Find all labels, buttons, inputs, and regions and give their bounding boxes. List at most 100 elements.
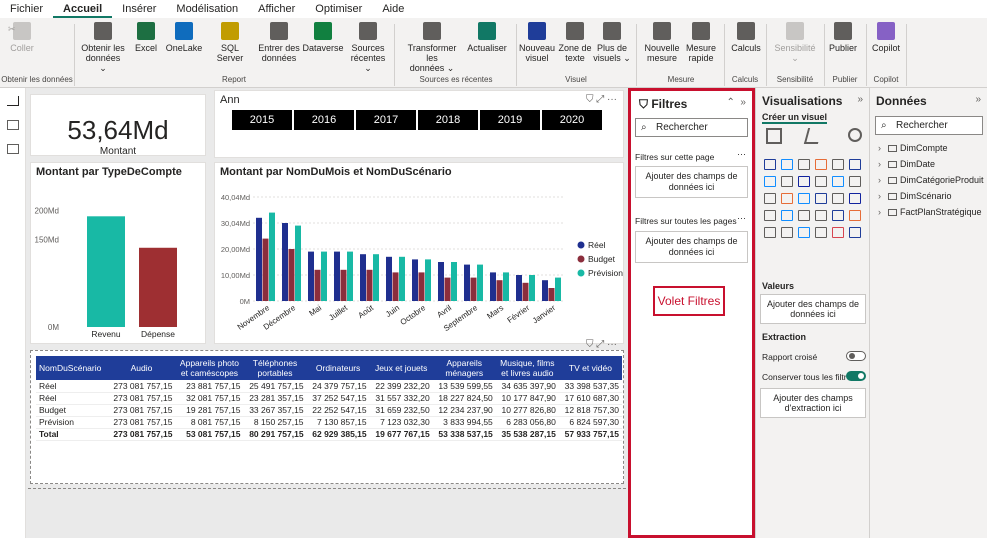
chevron-right-icon[interactable]: › [878,159,888,169]
ribbon-button-8[interactable]: Transformer les données ⌄ [408,22,456,73]
ribbon-button-18[interactable]: Copilot [864,22,908,53]
visual-type-icon-14[interactable] [798,193,810,204]
menu-item-4[interactable]: Afficher [248,0,305,18]
matrix-table[interactable]: ⛉ ⤢ ··· NomDuScénario Audio Appareils phot… [30,339,624,484]
build-visual-icon[interactable] [766,128,782,144]
visual-type-icon-6[interactable] [764,176,776,187]
bar-réel-octobre[interactable] [412,259,418,301]
extraction-drop[interactable]: Ajouter des champs d'extraction ici [760,388,866,418]
visual-type-icon-25[interactable] [781,227,793,238]
ribbon-button-12[interactable]: Plus de visuels ⌄ [590,22,634,63]
bar-réel-septembre[interactable] [464,264,470,301]
year-slicer[interactable]: Ann ⛉ ⤢ ··· 2015 2016 2017 2018 2019 2020 [214,90,624,158]
bar-budget-septembre[interactable] [470,277,477,301]
bar-budget-décembre[interactable] [288,249,295,301]
visual-type-icon-5[interactable] [849,159,861,170]
column-header[interactable]: Appareils ménagers [432,356,496,380]
values-drop[interactable]: Ajouter des champs de données ici [760,294,866,324]
model-view-icon[interactable] [7,144,19,154]
year-button-2019[interactable]: 2019 [480,110,540,130]
visual-type-icon-11[interactable] [849,176,861,187]
visual-type-icon-28[interactable] [832,227,844,238]
filters-search-input[interactable]: ⌕ Rechercher [635,118,748,137]
bar-prévision-avril[interactable] [451,262,457,301]
bar-prévision-septembre[interactable] [477,264,483,301]
visual-type-icon-18[interactable] [764,210,776,221]
visual-type-icon-27[interactable] [815,227,827,238]
visual-type-icon-17[interactable] [849,193,861,204]
menu-item-0[interactable]: Fichier [0,0,53,18]
chevron-right-icon[interactable]: › [878,207,888,217]
ribbon-button-1[interactable]: Obtenir les données ⌄ [81,22,125,73]
more-options-icon[interactable]: ··· [737,149,746,159]
visual-type-icon-13[interactable] [781,193,793,204]
menu-item-2[interactable]: Insérer [112,0,166,18]
bar-budget-août[interactable] [366,269,373,301]
bar-réel-juillet[interactable] [334,251,340,301]
chevron-right-icon[interactable]: › [878,143,888,153]
ribbon-button-13[interactable]: Nouvelle mesure [640,22,684,63]
visual-type-icon-2[interactable] [798,159,810,170]
ribbon-button-14[interactable]: Mesure rapide [679,22,723,63]
bar-prévision-février[interactable] [529,275,535,301]
ribbon-button-9[interactable]: Actualiser [465,22,509,53]
column-header[interactable]: Audio [107,356,176,380]
chevron-right-icon[interactable]: › [878,191,888,201]
bar-dépense[interactable] [139,247,177,327]
bar-budget-novembre[interactable] [262,238,269,301]
visual-type-icon-20[interactable] [798,210,810,221]
collapse-pane-icon[interactable]: » [857,94,863,105]
bar-prévision-octobre[interactable] [425,259,431,301]
bar-budget-juin[interactable] [392,272,399,301]
page-filters-drop[interactable]: Ajouter des champs de données ici [635,166,748,198]
cross-report-toggle[interactable] [846,351,866,361]
visual-header-icons[interactable]: ⛉ ⤢ ··· [586,94,617,105]
visual-type-icon-0[interactable] [764,159,776,170]
bar-réel-mai[interactable] [308,251,314,301]
ribbon-button-7[interactable]: Sources récentes ⌄ [346,22,390,73]
visual-type-icon-24[interactable] [764,227,776,238]
report-view-icon[interactable] [7,96,19,106]
ribbon-button-15[interactable]: Calculs [724,22,768,53]
bar-budget-octobre[interactable] [418,272,425,301]
visual-type-icon-7[interactable] [781,176,793,187]
bar-budget-mai[interactable] [314,269,321,301]
all-pages-filters-drop[interactable]: Ajouter des champs de données ici [635,231,748,263]
menu-item-6[interactable]: Aide [372,0,414,18]
bar-réel-novembre[interactable] [256,217,262,301]
bar-revenu[interactable] [87,216,125,327]
table-view-icon[interactable] [7,120,19,130]
column-header[interactable]: Ordinateurs [306,356,370,380]
bar-prévision-juin[interactable] [399,256,405,301]
ribbon-button-5[interactable]: Entrer des données [257,22,301,63]
bar-prévision-décembre[interactable] [295,225,301,301]
chart-mois-scenario[interactable]: Montant par NomDuMois et NomDuScénario 0… [214,162,624,344]
data-search-input[interactable]: ⌕ Rechercher [875,116,983,135]
bar-prévision-août[interactable] [373,254,379,301]
data-table-dimdate[interactable]: › DimDate [878,159,935,169]
visual-type-icon-21[interactable] [815,210,827,221]
column-header[interactable]: TV et vidéo [558,356,622,380]
format-visual-icon[interactable] [803,128,823,144]
create-visual-tab[interactable]: Créer un visuel [762,112,828,124]
bar-prévision-mai[interactable] [321,251,327,301]
bar-réel-juin[interactable] [386,256,392,301]
visual-type-icon-22[interactable] [832,210,844,221]
data-table-dimcompte[interactable]: › DimCompte [878,143,948,153]
year-button-2018[interactable]: 2018 [418,110,478,130]
bar-réel-décembre[interactable] [282,223,288,301]
visual-header-icons[interactable]: ⛉ ⤢ ··· [586,339,617,350]
column-header[interactable]: Musique, films et livres audio [495,356,559,380]
visual-type-icon-8[interactable] [798,176,810,187]
visual-type-icon-12[interactable] [764,193,776,204]
visual-type-icon-1[interactable] [781,159,793,170]
ribbon-button-4[interactable]: SQL Server [208,22,252,63]
bar-réel-avril[interactable] [438,262,444,301]
bar-budget-mars[interactable] [496,280,503,301]
year-button-2020[interactable]: 2020 [542,110,602,130]
visual-type-icon-26[interactable] [798,227,810,238]
bar-budget-janvier[interactable] [548,288,555,301]
bar-budget-juillet[interactable] [340,269,347,301]
bar-prévision-novembre[interactable] [269,212,275,301]
visual-type-icon-10[interactable] [832,176,844,187]
